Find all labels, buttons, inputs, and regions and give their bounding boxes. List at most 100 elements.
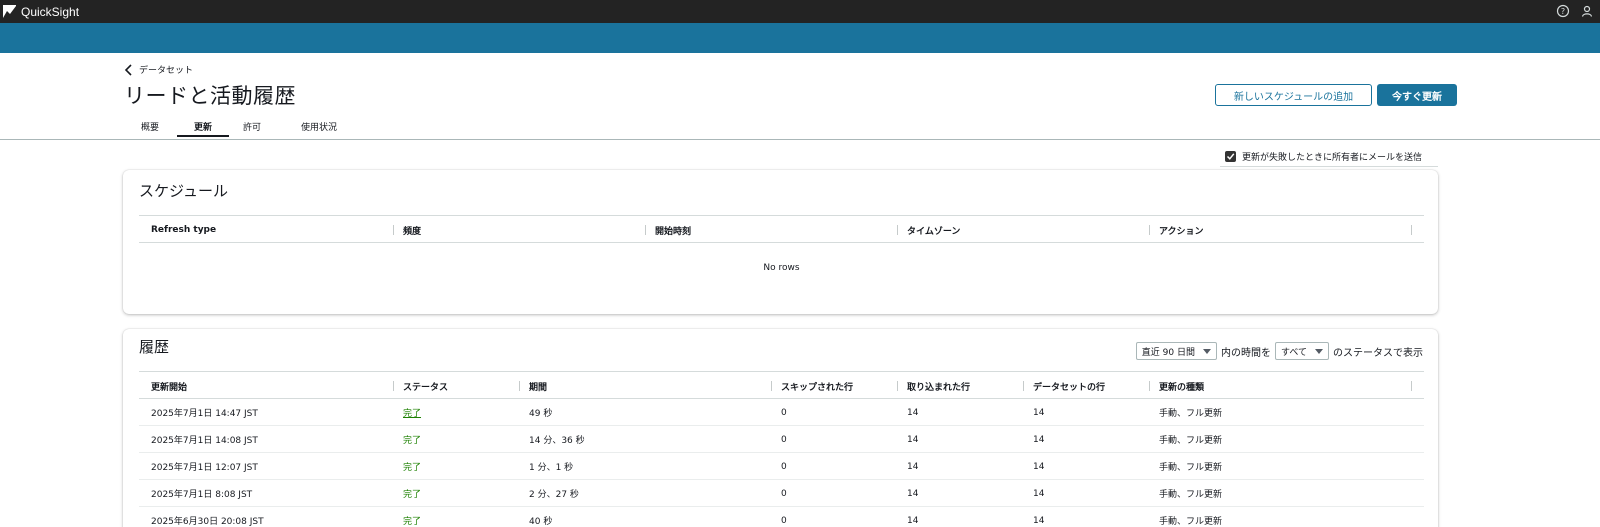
- cell-ingested-rows: 14: [907, 488, 919, 499]
- column-refresh-type[interactable]: Refresh type: [151, 216, 216, 244]
- table-row: 2025年7月1日 8:08 JST 完了 2 分、27 秒 0 14 14 手…: [139, 480, 1424, 507]
- table-row: 2025年7月1日 12:07 JST 完了 1 分、1 秒 0 14 14 手…: [139, 453, 1424, 480]
- cell-ingested-rows: 14: [907, 407, 919, 418]
- column-refresh-start[interactable]: 更新開始: [151, 372, 187, 400]
- cell-dataset-rows: 14: [1033, 461, 1045, 472]
- caret-down-icon: [1202, 348, 1211, 354]
- column-separator: [519, 381, 520, 391]
- column-separator: [897, 225, 898, 235]
- tab-usage[interactable]: 使用状況: [279, 115, 359, 138]
- column-ingested-rows[interactable]: 取り込まれた行: [907, 372, 970, 400]
- column-duration[interactable]: 期間: [529, 372, 547, 400]
- status-link[interactable]: 完了: [403, 433, 421, 446]
- column-separator: [1411, 225, 1412, 235]
- active-tab-indicator: [177, 135, 229, 137]
- app-name: QuickSight: [21, 4, 80, 19]
- filter-end-text: のステータスで表示: [1333, 347, 1423, 359]
- cell-skipped-rows: 0: [781, 407, 787, 418]
- cell-refresh-type: 手動、フル更新: [1159, 490, 1223, 500]
- cell-skipped-rows: 0: [781, 461, 787, 472]
- caret-down-icon: [1315, 348, 1323, 354]
- cell-refresh-start: 2025年7月1日 12:07 JST: [151, 463, 258, 473]
- column-dataset-rows[interactable]: データセットの行: [1033, 372, 1105, 400]
- history-table-header: 更新開始 ステータス 期間 スキップされた行 取り込まれた行 データセットの行 …: [139, 371, 1424, 399]
- help-icon[interactable]: ?: [1556, 4, 1570, 18]
- cell-refresh-start: 2025年7月1日 14:08 JST: [151, 436, 258, 446]
- status-select[interactable]: すべて: [1274, 342, 1329, 360]
- cell-refresh-start: 2025年7月1日 8:08 JST: [151, 490, 253, 500]
- time-range-select[interactable]: 直近 90 日間: [1135, 342, 1217, 360]
- cell-refresh-type: 手動、フル更新: [1159, 436, 1223, 446]
- column-skipped-rows[interactable]: スキップされた行: [781, 372, 853, 400]
- status-link[interactable]: 完了: [403, 487, 421, 500]
- email-on-failure-checkbox[interactable]: [1225, 151, 1236, 162]
- cell-dataset-rows: 14: [1033, 515, 1045, 526]
- schedule-table-header: Refresh type 頻度 開始時刻 タイムゾーン アクション: [139, 215, 1424, 243]
- column-refresh-type[interactable]: 更新の種類: [1159, 372, 1204, 400]
- breadcrumb-label: データセット: [139, 66, 194, 76]
- cell-duration: 1 分、1 秒: [529, 463, 574, 473]
- column-separator: [393, 225, 394, 235]
- history-title: 履歴: [139, 338, 170, 356]
- column-start-time[interactable]: 開始時刻: [655, 216, 691, 244]
- cell-refresh-type: 手動、フル更新: [1159, 463, 1223, 473]
- column-separator: [1149, 225, 1150, 235]
- filter-mid-text: 内の時間を: [1220, 347, 1271, 359]
- email-on-failure-label: 更新が失敗したときに所有者にメールを送信: [1242, 153, 1423, 163]
- status-link[interactable]: 完了: [403, 460, 421, 473]
- status-select-value: すべて: [1280, 347, 1307, 358]
- cell-dataset-rows: 14: [1033, 488, 1045, 499]
- tab-divider: [0, 139, 1600, 140]
- cell-duration: 40 秒: [529, 517, 553, 527]
- table-row: 2025年7月1日 14:08 JST 完了 14 分、36 秒 0 14 14…: [139, 426, 1424, 453]
- breadcrumb-back-datasets[interactable]: データセット: [124, 63, 193, 76]
- status-link[interactable]: 完了: [403, 514, 421, 527]
- cell-dataset-rows: 14: [1033, 407, 1045, 418]
- cell-duration: 2 分、27 秒: [529, 490, 579, 500]
- column-separator: [645, 225, 646, 235]
- svg-text:?: ?: [1561, 7, 1565, 16]
- column-timezone[interactable]: タイムゾーン: [907, 216, 960, 244]
- cell-skipped-rows: 0: [781, 488, 787, 499]
- tab-bar: 概要 更新 許可 使用状況: [124, 115, 1600, 139]
- empty-state-text: No rows: [763, 263, 800, 273]
- refresh-now-button[interactable]: 今すぐ更新: [1377, 84, 1457, 106]
- email-on-failure-option[interactable]: 更新が失敗したときに所有者にメールを送信: [1225, 150, 1422, 163]
- header-banner: [0, 23, 1600, 53]
- page-title: リードと活動履歴: [124, 84, 296, 108]
- column-separator: [1149, 381, 1150, 391]
- column-separator: [393, 381, 394, 391]
- tab-permissions[interactable]: 許可: [229, 115, 275, 138]
- time-range-value: 直近 90 日間: [1141, 347, 1195, 358]
- top-navigation-bar: QuickSight ?: [0, 0, 1600, 23]
- column-separator: [771, 381, 772, 391]
- divider: [1220, 166, 1438, 167]
- column-action[interactable]: アクション: [1159, 216, 1204, 244]
- column-frequency[interactable]: 頻度: [403, 216, 421, 244]
- cell-skipped-rows: 0: [781, 515, 787, 526]
- history-filter-controls: 直近 90 日間 内の時間を すべて のステータスで表示: [1135, 342, 1423, 360]
- cell-refresh-type: 手動、フル更新: [1159, 517, 1223, 527]
- add-schedule-button[interactable]: 新しいスケジュールの追加: [1215, 84, 1372, 106]
- column-status[interactable]: ステータス: [403, 372, 448, 400]
- schedule-panel: スケジュール Refresh type 頻度 開始時刻 タイムゾーン アクション…: [123, 170, 1438, 314]
- schedule-title: スケジュール: [139, 182, 228, 200]
- cell-dataset-rows: 14: [1033, 434, 1045, 445]
- quicksight-logo[interactable]: QuickSight: [3, 5, 79, 19]
- cell-skipped-rows: 0: [781, 434, 787, 445]
- cell-duration: 49 秒: [529, 409, 553, 419]
- quicksight-logo-icon: [3, 5, 16, 18]
- column-separator: [1411, 381, 1412, 391]
- cell-refresh-start: 2025年7月1日 14:47 JST: [151, 409, 258, 419]
- cell-ingested-rows: 14: [907, 461, 919, 472]
- cell-ingested-rows: 14: [907, 434, 919, 445]
- history-panel: 履歴 直近 90 日間 内の時間を すべて のステータスで表示 更新開始 ステー…: [123, 329, 1438, 527]
- column-separator: [1023, 381, 1024, 391]
- tab-overview[interactable]: 概要: [124, 115, 176, 138]
- column-separator: [897, 381, 898, 391]
- user-icon[interactable]: [1580, 4, 1594, 18]
- table-row: 2025年6月30日 20:08 JST 完了 40 秒 0 14 14 手動、…: [139, 507, 1424, 527]
- status-link[interactable]: 完了: [403, 406, 421, 419]
- table-row: 2025年7月1日 14:47 JST 完了 49 秒 0 14 14 手動、フ…: [139, 399, 1424, 426]
- cell-duration: 14 分、36 秒: [529, 436, 585, 446]
